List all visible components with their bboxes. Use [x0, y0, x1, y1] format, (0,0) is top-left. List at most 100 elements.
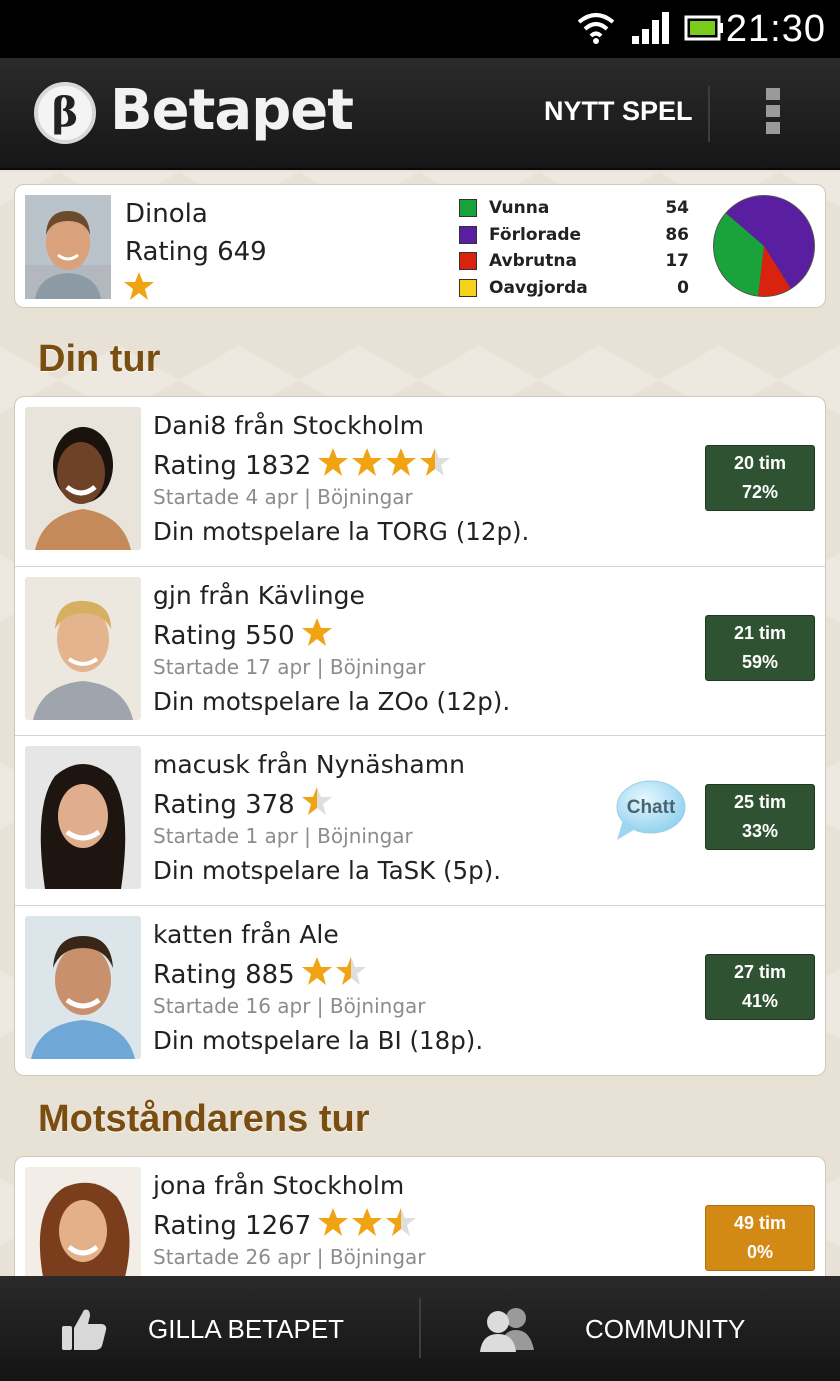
stat-label: Förlorade — [489, 224, 582, 245]
stat-value: 86 — [665, 224, 689, 245]
rating-stars — [301, 786, 335, 823]
last-move: Din motspelare la BI (18p). — [153, 1025, 484, 1055]
star-icon — [386, 1208, 417, 1236]
betapet-logo-icon: β — [34, 82, 96, 144]
app-bar: β Betapet NYTT SPEL — [0, 58, 840, 170]
game-row[interactable]: gjn från Kävlinge Rating 550 Startade 17… — [15, 567, 825, 736]
legend-swatch — [459, 278, 477, 297]
percent: 33% — [741, 821, 779, 841]
stats-pie-chart — [713, 195, 815, 297]
last-move: Din motspelare la ZOo (12p). — [153, 686, 511, 716]
opponent-name: jona från Stockholm — [153, 1171, 405, 1200]
game-row[interactable]: katten från Ale Rating 885 Startade 16 a… — [15, 906, 825, 1076]
game-started: Startade 26 apr | Böjningar — [153, 1245, 426, 1269]
rating-stars — [301, 956, 369, 993]
avatar — [25, 195, 111, 299]
star-icon — [301, 617, 332, 646]
avatar — [25, 915, 141, 1059]
stat-label: Vunna — [489, 198, 550, 218]
like-betapet-button[interactable]: GILLA BETAPET — [0, 1276, 418, 1381]
opponent-name: macusk från Nynäshamn — [153, 750, 465, 779]
game-row[interactable]: jona från Stockholm Rating 1267 Startade… — [15, 1157, 825, 1276]
star-icon — [318, 448, 349, 476]
opponent-rating: Rating 885 — [153, 956, 369, 993]
stat-won: Vunna 54 — [457, 197, 697, 224]
opponent-name: gjn från Kävlinge — [153, 580, 365, 610]
game-started: Startade 17 apr | Böjningar — [153, 654, 426, 679]
player-rating: Rating 649 — [125, 237, 267, 267]
opponent-rating: Rating 378 — [153, 786, 335, 823]
bottom-bar: GILLA BETAPET COMMUNITY — [0, 1276, 840, 1381]
opponent-turn-list: jona från Stockholm Rating 1267 Startade… — [14, 1156, 826, 1276]
overflow-menu-icon[interactable] — [766, 88, 782, 138]
opponent-name: Dani8 från Stockholm — [153, 411, 425, 440]
game-started: Startade 4 apr | Böjningar — [153, 485, 413, 509]
divider — [708, 86, 710, 142]
clock: 21:30 — [725, 8, 826, 50]
last-move: Din motspelare la TaSK (5p). — [153, 856, 502, 885]
star-icon — [301, 787, 332, 815]
legend-swatch — [459, 225, 477, 244]
percent: 41% — [741, 990, 779, 1011]
opponent-rating: Rating 1267 — [153, 1207, 419, 1244]
chat-label: Chatt — [627, 797, 676, 818]
section-title-your-turn: Din tur — [38, 338, 161, 380]
time-remaining: 25 tim — [733, 792, 787, 812]
star-icon — [124, 272, 154, 300]
stats-legend: Vunna 54 Förlorade 86 Avbrutna 17 Oavgjo… — [457, 197, 697, 303]
new-game-button[interactable]: NYTT SPEL — [544, 96, 693, 127]
rating-text: Rating 550 — [153, 620, 295, 651]
game-row[interactable]: macusk från Nynäshamn Rating 378 Startad… — [15, 736, 825, 906]
stat-draw: Oavgjorda 0 — [457, 277, 697, 304]
stat-label: Avbrutna — [489, 251, 577, 271]
stat-value: 54 — [665, 198, 689, 218]
star-icon — [318, 1208, 349, 1236]
star-icon — [335, 956, 366, 985]
avatar — [25, 576, 141, 720]
community-icon — [480, 1308, 534, 1352]
rating-text: Rating 1267 — [153, 1211, 312, 1241]
rating-stars — [317, 447, 453, 484]
time-remaining-badge: 25 tim 33% — [705, 784, 815, 850]
community-button[interactable]: COMMUNITY — [422, 1276, 840, 1381]
app-title: Betapet — [110, 78, 354, 143]
rating-stars — [301, 617, 335, 654]
opponent-rating: Rating 550 — [153, 617, 335, 654]
rating-stars — [317, 1207, 419, 1244]
section-title-opponent-turn: Motståndarens tur — [38, 1098, 370, 1140]
like-betapet-label: GILLA BETAPET — [148, 1314, 345, 1344]
time-remaining: 20 tim — [733, 453, 787, 473]
chat-bubble-icon[interactable]: Chatt — [613, 778, 687, 842]
star-icon — [352, 1208, 383, 1236]
stat-aborted: Avbrutna 17 — [457, 250, 697, 277]
percent: 0% — [746, 1242, 773, 1262]
legend-swatch — [459, 252, 477, 270]
legend-swatch — [459, 199, 477, 217]
rating-text: Rating 885 — [153, 959, 295, 990]
percent: 72% — [741, 482, 779, 502]
divider — [419, 1298, 421, 1358]
time-remaining: 49 tim — [733, 1213, 787, 1233]
stat-value: 17 — [665, 251, 689, 271]
stat-label: Oavgjorda — [489, 277, 588, 298]
star-icon — [420, 448, 451, 476]
time-remaining: 21 tim — [733, 622, 787, 643]
rating-text: Rating 1832 — [153, 451, 312, 481]
battery-icon — [684, 15, 723, 41]
game-started: Startade 1 apr | Böjningar — [153, 824, 413, 848]
opponent-name: katten från Ale — [153, 919, 339, 949]
stat-value: 0 — [677, 277, 689, 298]
star-icon — [386, 448, 417, 476]
profile-card[interactable]: Dinola Rating 649 Vunna 54 Förlorade 86 … — [14, 184, 826, 308]
thumbs-up-icon — [62, 1309, 107, 1350]
game-started: Startade 16 apr | Böjningar — [153, 993, 426, 1018]
time-remaining-badge: 20 tim 72% — [705, 445, 815, 511]
main-content: Dinola Rating 649 Vunna 54 Förlorade 86 … — [0, 172, 840, 1276]
time-remaining-badge: 49 tim 0% — [705, 1205, 815, 1271]
status-bar: 21:30 — [0, 0, 840, 58]
last-move: Din motspelare la TORG (12p). — [153, 517, 530, 546]
star-icon — [301, 956, 332, 985]
game-row[interactable]: Dani8 från Stockholm Rating 1832 Startad… — [15, 397, 825, 567]
stat-lost: Förlorade 86 — [457, 224, 697, 251]
signal-icon — [632, 12, 669, 44]
